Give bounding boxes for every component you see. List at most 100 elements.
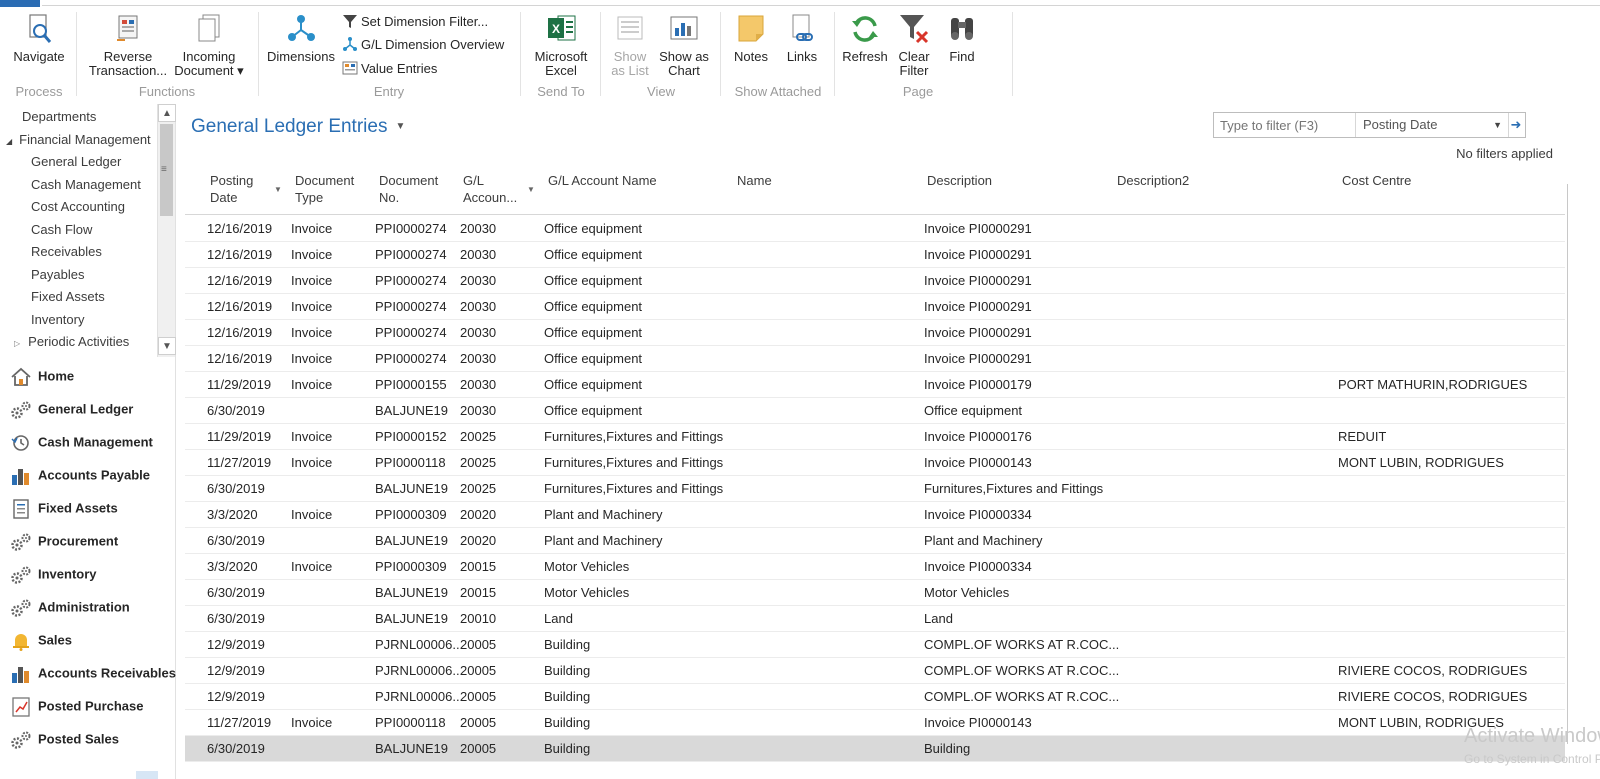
table-row[interactable]: 6/30/2019 BALJUNE19 20030 Office equipment O… <box>185 398 1565 424</box>
tree-item-fixed-assets[interactable]: Fixed Assets <box>31 286 105 308</box>
column-header-document-no[interactable]: Document No. <box>379 172 438 214</box>
nav-item-administration[interactable]: Administration <box>10 592 130 622</box>
links-button[interactable]: Links <box>778 12 826 64</box>
microsoft-excel-button[interactable]: X Microsoft Excel <box>528 12 594 78</box>
refresh-icon <box>848 12 882 46</box>
clear-filter-button[interactable]: Clear Filter <box>892 12 936 78</box>
table-row[interactable]: 6/30/2019 BALJUNE19 20015 Motor Vehicles Mot… <box>185 580 1565 606</box>
table-row[interactable]: 6/30/2019 BALJUNE19 20025 Furnitures,Fixtur… <box>185 476 1565 502</box>
column-header-gl-account-name[interactable]: G/L Account Name <box>548 172 657 214</box>
cell-posting-date: 12/16/2019 <box>207 299 273 314</box>
table-row[interactable]: 12/16/2019 Invoice PPI0000274 20030 Office e… <box>185 294 1565 320</box>
tree-item-cost-accounting[interactable]: Cost Accounting <box>31 196 125 218</box>
chevron-down-icon[interactable]: ▼ <box>395 121 405 132</box>
show-as-list-button[interactable]: Show as List <box>606 12 654 78</box>
table-row[interactable]: 12/16/2019 Invoice PPI0000274 20030 Office e… <box>185 320 1565 346</box>
find-button[interactable]: Find <box>938 12 986 64</box>
cell-gl-account: 20005 <box>460 741 497 756</box>
column-header-document-type[interactable]: Document Type <box>295 172 354 214</box>
column-header-description2[interactable]: Description2 <box>1117 172 1189 214</box>
table-row[interactable]: 12/9/2019 PJRNL00006... 20005 Building COMPL… <box>185 658 1565 684</box>
nav-item-procurement[interactable]: Procurement <box>10 526 118 556</box>
table-row[interactable]: 6/30/2019 BALJUNE19 20005 Building Building <box>185 736 1565 762</box>
table-row[interactable]: 11/27/2019 Invoice PPI0000118 20005 Building… <box>185 710 1565 736</box>
nav-item-accounts-payable[interactable]: Accounts Payable <box>10 460 150 490</box>
table-row[interactable]: 12/16/2019 Invoice PPI0000274 20030 Office e… <box>185 242 1565 268</box>
tree-item-receivables[interactable]: Receivables <box>31 241 102 263</box>
set-dimension-filter-button[interactable]: Set Dimension Filter... <box>342 12 488 32</box>
column-header-posting-date[interactable]: Posting Date <box>210 172 253 214</box>
table-row[interactable]: 12/9/2019 PJRNL00006... 20005 Building COMPL… <box>185 684 1565 710</box>
scrollbar-thumb[interactable]: ≡ <box>160 124 173 216</box>
navigate-button[interactable]: Navigate <box>8 12 70 64</box>
table-row[interactable]: 11/29/2019 Invoice PPI0000155 20030 Office e… <box>185 372 1565 398</box>
notes-button[interactable]: Notes <box>726 12 776 64</box>
gl-dimension-overview-button[interactable]: G/L Dimension Overview <box>342 35 504 55</box>
nav-item-accounts-receivables[interactable]: Accounts Receivables <box>10 658 176 688</box>
table-row[interactable]: 12/16/2019 Invoice PPI0000274 20030 Office e… <box>185 268 1565 294</box>
table-row[interactable]: 3/3/2020 Invoice PPI0000309 20015 Motor Vehi… <box>185 554 1565 580</box>
refresh-button[interactable]: Refresh <box>840 12 890 64</box>
table-row[interactable]: 6/30/2019 BALJUNE19 20010 Land Land <box>185 606 1565 632</box>
table-row[interactable]: 12/16/2019 Invoice PPI0000274 20030 Office e… <box>185 346 1565 372</box>
dimensions-button[interactable]: Dimensions <box>264 12 338 64</box>
table-row[interactable]: 3/3/2020 Invoice PPI0000309 20020 Plant and … <box>185 502 1565 528</box>
table-row[interactable]: 6/30/2019 BALJUNE19 20020 Plant and Machine… <box>185 528 1565 554</box>
table-row[interactable]: 11/29/2019 Invoice PPI0000152 20025 Furnitur… <box>185 424 1565 450</box>
cell-document-type: Invoice <box>291 247 333 262</box>
navpane-resize-handle[interactable] <box>136 771 158 779</box>
nav-item-general-ledger[interactable]: General Ledger <box>10 394 133 424</box>
nav-item-sales[interactable]: Sales <box>10 625 72 655</box>
page-title[interactable]: General Ledger Entries ▼ <box>191 116 405 138</box>
header-label: G/L <box>463 173 484 188</box>
tree-item-general-ledger[interactable]: General Ledger <box>31 151 121 173</box>
nav-item-cash-management[interactable]: Cash Management <box>10 427 153 457</box>
cell-document-type: Invoice <box>291 507 333 522</box>
column-header-cost-centre[interactable]: Cost Centre <box>1342 172 1411 214</box>
reverse-transaction-button[interactable]: Reverse Transaction... <box>84 12 172 78</box>
value-entries-button[interactable]: Value Entries <box>342 59 437 79</box>
header-label: Document <box>379 173 439 188</box>
chevron-down-icon[interactable]: ▼ <box>1493 113 1502 137</box>
cell-document-type: Invoice <box>291 559 333 574</box>
cell-description: Invoice PI0000291 <box>924 273 1032 288</box>
column-header-description[interactable]: Description <box>927 172 992 214</box>
expanded-arrow-icon[interactable]: ◢ <box>6 137 12 146</box>
column-header-gl-account[interactable]: G/L Accoun... <box>463 172 517 214</box>
nav-item-label: Posted Sales <box>38 731 119 747</box>
nav-item-home[interactable]: Home <box>10 361 74 391</box>
show-as-chart-button[interactable]: Show as Chart <box>656 12 712 78</box>
cell-document-no: PPI0000274 <box>375 325 447 340</box>
tree-item-label: Receivables <box>31 244 102 259</box>
tree-item-inventory[interactable]: Inventory <box>31 309 84 331</box>
sort-desc-icon[interactable]: ▼ <box>527 172 541 214</box>
cell-gl-account-name: Furnitures,Fixtures and Fittings <box>544 429 724 444</box>
cell-description: COMPL.OF WORKS AT R.COC... <box>924 663 1120 678</box>
table-row[interactable]: 12/9/2019 PJRNL00006... 20005 Building COMPL… <box>185 632 1565 658</box>
tree-item-financial-management[interactable]: ◢ Financial Management <box>6 129 151 151</box>
filter-field-select[interactable]: Posting Date ▼ <box>1357 113 1509 137</box>
table-row[interactable]: 12/16/2019 Invoice PPI0000274 20030 Office e… <box>185 216 1565 242</box>
filter-apply-arrow-icon[interactable]: ➜ <box>1507 113 1525 137</box>
tree-scrollbar[interactable]: ▲ ≡ ▼ <box>157 104 176 357</box>
grid-vertical-scrollbar[interactable] <box>1567 184 1571 744</box>
nav-item-inventory[interactable]: Inventory <box>10 559 97 589</box>
group-label-process: Process <box>15 84 63 99</box>
table-row[interactable]: 11/27/2019 Invoice PPI0000118 20025 Furnitur… <box>185 450 1565 476</box>
nav-item-posted-sales[interactable]: Posted Sales <box>10 724 119 754</box>
column-header-name[interactable]: Name <box>737 172 772 214</box>
nav-item-posted-purchase[interactable]: Posted Purchase <box>10 691 144 721</box>
incoming-document-button[interactable]: Incoming Document ▾ <box>172 12 246 78</box>
tree-item-cash-management[interactable]: Cash Management <box>31 174 141 196</box>
scroll-down-icon[interactable]: ▼ <box>158 337 176 355</box>
tree-item-payables[interactable]: Payables <box>31 264 84 286</box>
nav-item-fixed-assets[interactable]: Fixed Assets <box>10 493 118 523</box>
ribbon-tab-indicator[interactable] <box>0 0 40 7</box>
tree-item-cash-flow[interactable]: Cash Flow <box>31 219 92 241</box>
tree-item-periodic-activities[interactable]: ▷ Periodic Activities <box>14 331 129 353</box>
tree-item-departments[interactable]: Departments <box>22 106 96 128</box>
filter-input[interactable] <box>1214 113 1356 137</box>
sort-desc-icon[interactable]: ▼ <box>274 172 288 214</box>
collapsed-arrow-icon[interactable]: ▷ <box>14 339 20 348</box>
scroll-up-icon[interactable]: ▲ <box>158 104 176 122</box>
